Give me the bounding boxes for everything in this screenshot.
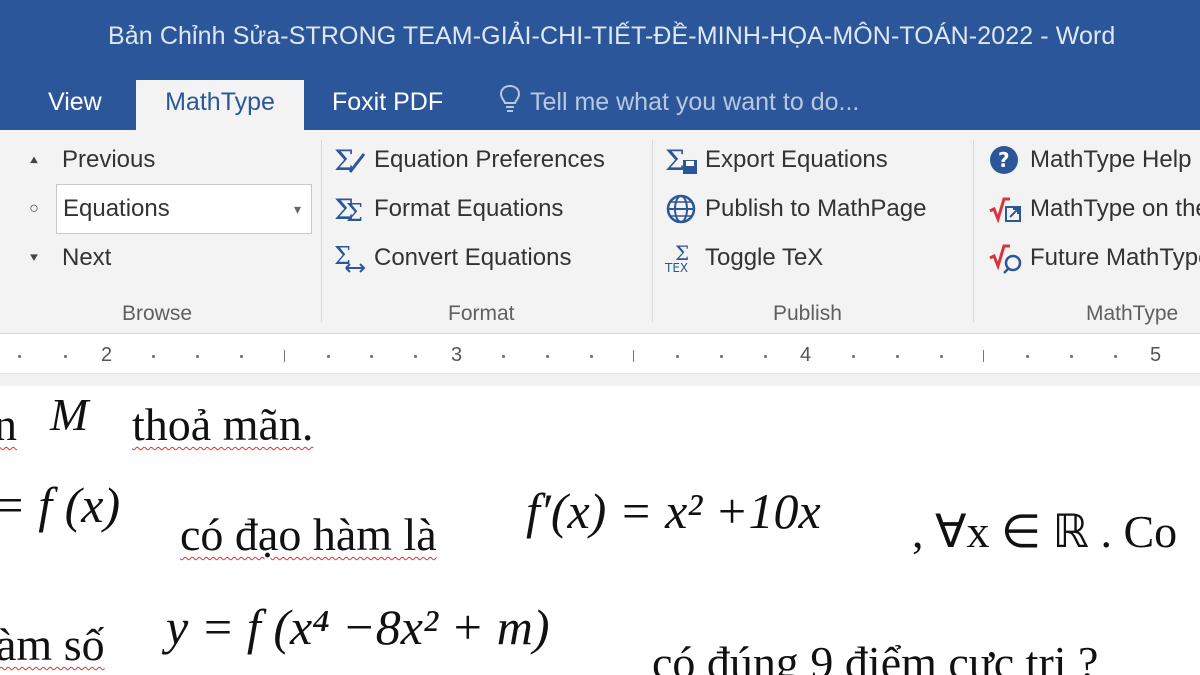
browse-select-value: Equations <box>63 195 170 222</box>
future-mathtype-button[interactable]: Future MathType <box>988 238 1200 278</box>
tab-view[interactable]: View <box>36 80 114 130</box>
equation-object[interactable]: y = f (x⁴ −8x² + m) <box>166 598 549 656</box>
group-label-publish: Publish <box>773 302 842 325</box>
sigma-pen-icon: Σ <box>332 144 368 176</box>
ruler-dot <box>940 355 943 358</box>
ruler-dot <box>327 355 330 358</box>
export-equations-label: Export Equations <box>705 146 888 173</box>
svg-text:?: ? <box>998 148 1010 172</box>
ribbon-tab-bar: View MathType Foxit PDF Tell me what you… <box>0 80 1200 130</box>
ruler-tick <box>284 350 285 362</box>
ruler-dot <box>370 355 373 358</box>
mathtype-on-web-label: MathType on the Web <box>1030 195 1200 222</box>
equation-object[interactable]: M <box>50 388 88 441</box>
horizontal-ruler[interactable]: 2 3 4 5 <box>0 338 1200 374</box>
export-equations-button[interactable]: Σ Export Equations <box>663 140 888 180</box>
chevron-down-icon: ▾ <box>293 201 301 217</box>
window-title: Bản Chỉnh Sửa-STRONG TEAM-GIẢI-CHI-TIẾT-… <box>108 22 1116 50</box>
ruler-dot <box>852 355 855 358</box>
svg-text:Σ: Σ <box>665 144 685 176</box>
svg-text:Σ: Σ <box>346 199 363 225</box>
equation-object[interactable]: f′(x) = x² +10x <box>526 482 821 540</box>
group-publish: Σ Export Equations Publish to MathPage Σ… <box>653 130 973 326</box>
ruler-dot <box>546 355 549 358</box>
ruler-tick <box>983 350 984 362</box>
equation-object[interactable]: = f (x) <box>0 476 120 534</box>
group-label-format: Format <box>448 302 515 325</box>
equation-preferences-button[interactable]: Σ Equation Preferences <box>332 140 605 180</box>
format-equations-label: Format Equations <box>374 195 564 222</box>
mathtype-help-label: MathType Help <box>1030 146 1192 173</box>
ruler-number: 2 <box>101 344 113 366</box>
circle-icon: ○ <box>29 200 39 217</box>
future-mathtype-label: Future MathType <box>1030 244 1200 271</box>
ruler-dot <box>64 355 67 358</box>
radical-search-icon <box>988 242 1024 274</box>
sigma-format-icon: ΣΣ <box>332 193 368 225</box>
help-icon: ? <box>988 144 1024 176</box>
ruler-tick <box>633 350 634 362</box>
doc-text: thoả mãn. <box>132 399 314 450</box>
format-equations-button[interactable]: ΣΣ Format Equations <box>332 189 563 229</box>
sigma-convert-icon: Σ <box>332 242 368 274</box>
previous-label: Previous <box>62 146 156 173</box>
doc-text: àm số <box>0 619 105 670</box>
ruler-dot <box>1026 355 1029 358</box>
toggle-tex-button[interactable]: Σ TEX Toggle TeX <box>663 238 823 278</box>
ruler-dot <box>896 355 899 358</box>
tab-foxit-pdf[interactable]: Foxit PDF <box>320 80 455 130</box>
ruler-number: 4 <box>800 344 812 366</box>
ruler-number: 3 <box>451 344 463 366</box>
svg-text:TEX: TEX <box>664 261 688 274</box>
sigma-save-icon: Σ <box>663 144 699 176</box>
mathtype-help-button[interactable]: ? MathType Help <box>988 140 1191 180</box>
ruler-dot <box>196 355 199 358</box>
ruler-number: 5 <box>1150 344 1162 366</box>
doc-text: có đạo hàm là <box>180 509 437 560</box>
doc-text: , ∀x ∈ ℝ . Co <box>912 506 1178 557</box>
toggle-tex-label: Toggle TeX <box>705 244 824 271</box>
sigma-tex-icon: Σ TEX <box>663 242 699 274</box>
group-format: Σ Equation Preferences ΣΣ Format Equatio… <box>322 130 652 326</box>
next-label: Next <box>62 244 112 271</box>
publish-to-mathpage-label: Publish to MathPage <box>705 195 927 222</box>
ruler-dot <box>1114 355 1117 358</box>
next-button[interactable]: ⯆ Next <box>22 238 111 278</box>
arrow-up-icon: ⯅ <box>28 152 40 168</box>
title-bar: Bản Chỉnh Sửa-STRONG TEAM-GIẢI-CHI-TIẾT-… <box>0 0 1200 80</box>
ruler-dot <box>502 355 505 358</box>
radical-link-icon <box>988 193 1024 225</box>
group-label-mathtype: MathType <box>1086 302 1179 325</box>
ruler-dot <box>676 355 679 358</box>
group-browse: ⯅ Previous ○ Equations ▾ ⯆ Next Browse <box>0 130 320 326</box>
equation-preferences-label: Equation Preferences <box>374 146 605 173</box>
ruler-dot <box>720 355 723 358</box>
ruler-dot <box>414 355 417 358</box>
ruler-dot <box>240 355 243 358</box>
document-canvas[interactable]: n M thoả mãn. = f (x) có đạo hàm là f′(x… <box>0 386 1200 675</box>
doc-text: n <box>0 399 17 450</box>
browse-by-select[interactable]: Equations ▾ <box>56 184 312 234</box>
arrow-down-icon: ⯆ <box>28 250 40 266</box>
convert-equations-button[interactable]: Σ Convert Equations <box>332 238 571 278</box>
tell-me-search[interactable]: Tell me what you want to do... <box>498 80 859 130</box>
doc-text: có đúng 9 điểm cực trị ? <box>652 637 1099 675</box>
ribbon: ⯅ Previous ○ Equations ▾ ⯆ Next Browse Σ… <box>0 130 1200 334</box>
tell-me-placeholder: Tell me what you want to do... <box>530 88 860 116</box>
lightbulb-icon <box>499 84 521 112</box>
publish-to-mathpage-button[interactable]: Publish to MathPage <box>663 189 926 229</box>
group-label-browse: Browse <box>122 302 193 325</box>
globe-icon <box>663 193 699 225</box>
group-mathtype: ? MathType Help MathType on the Web Futu… <box>974 130 1200 326</box>
ruler-gap <box>0 374 1200 386</box>
mathtype-on-web-button[interactable]: MathType on the Web <box>988 189 1200 229</box>
ruler-dot <box>18 355 21 358</box>
ruler-dot <box>152 355 155 358</box>
ruler-dot <box>764 355 767 358</box>
ruler-dot <box>1070 355 1073 358</box>
ruler-dot <box>590 355 593 358</box>
convert-equations-label: Convert Equations <box>374 244 572 271</box>
previous-button[interactable]: ⯅ Previous <box>22 140 155 180</box>
tab-mathtype[interactable]: MathType <box>136 80 304 130</box>
